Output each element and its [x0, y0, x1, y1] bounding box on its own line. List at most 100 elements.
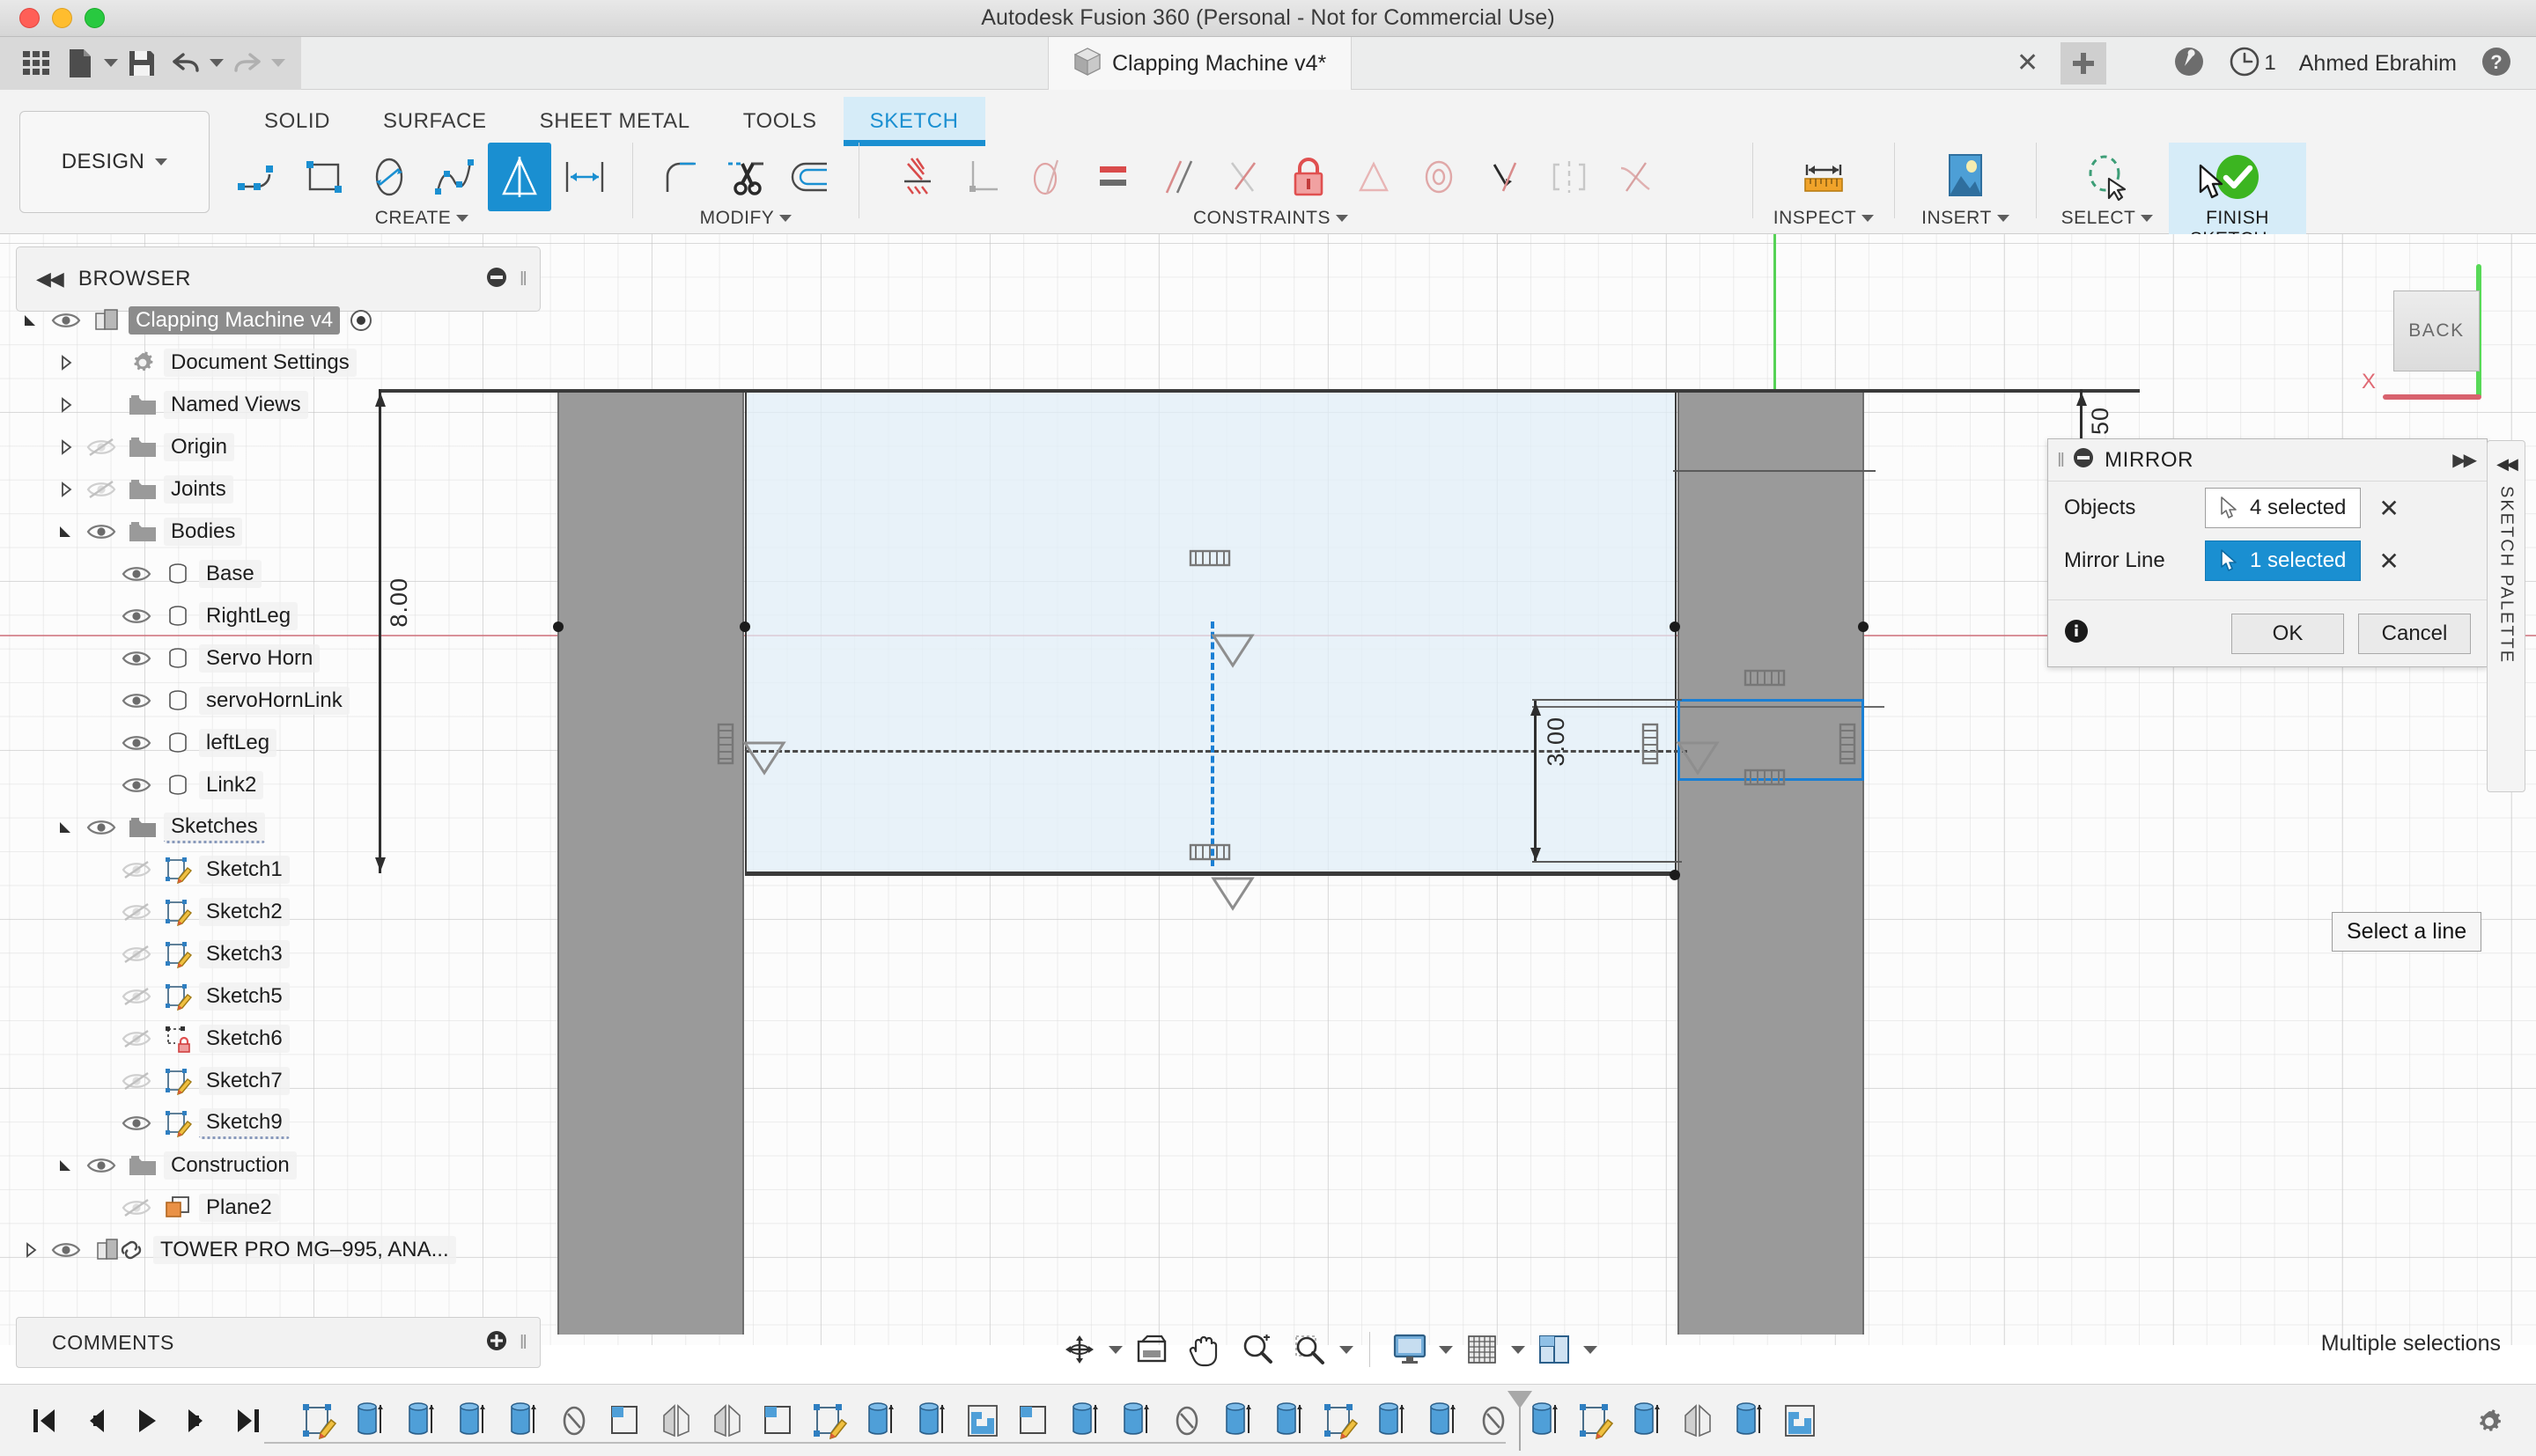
tree-item-tower-pro-mg-995-ana[interactable]: TOWER PRO MG–995, ANA...	[16, 1229, 541, 1271]
eye-hidden-icon[interactable]	[116, 1070, 157, 1092]
mirror-objects-clear-icon[interactable]: ✕	[2378, 494, 2399, 523]
eye-hidden-icon[interactable]	[81, 479, 122, 500]
offset-icon[interactable]	[779, 143, 843, 211]
timeline-feature-17[interactable]	[1164, 1397, 1210, 1445]
chevron-down-icon[interactable]	[1861, 215, 1875, 222]
tree-item-sketch9[interactable]: Sketch9	[16, 1102, 541, 1144]
fillet-icon[interactable]	[649, 143, 712, 211]
right-leg-body[interactable]	[1677, 391, 1864, 1335]
sketch-point[interactable]	[740, 621, 750, 632]
chevron-down-icon[interactable]	[1996, 215, 2009, 222]
user-name-label[interactable]: Ahmed Ebrahim	[2299, 51, 2457, 77]
undo-icon[interactable]	[166, 43, 206, 84]
mirror-line-clear-icon[interactable]: ✕	[2378, 547, 2399, 576]
eye-visible-icon[interactable]	[116, 690, 157, 711]
tree-item-sketch6[interactable]: Sketch6	[16, 1018, 541, 1060]
timeline-settings-gear-icon[interactable]	[2474, 1407, 2504, 1441]
ok-button[interactable]: OK	[2231, 613, 2344, 654]
plus-circle-icon[interactable]	[486, 1330, 507, 1356]
eye-visible-icon[interactable]	[81, 817, 122, 838]
pan-icon[interactable]	[1181, 1326, 1228, 1373]
tree-item-joints[interactable]: Joints	[16, 468, 541, 511]
redo-caret-icon[interactable]	[271, 59, 285, 67]
tree-expander-open-icon[interactable]	[51, 819, 81, 836]
tab-sheet-metal[interactable]: SHEET METAL	[513, 97, 717, 141]
tree-item-document-settings[interactable]: Document Settings	[16, 342, 541, 384]
zoom-window-icon[interactable]	[1286, 1326, 1334, 1373]
orbit-icon[interactable]	[1056, 1326, 1103, 1373]
timeline-feature-4[interactable]	[500, 1397, 546, 1445]
tree-expander-closed-icon[interactable]	[51, 481, 81, 498]
display-caret-icon[interactable]	[1439, 1345, 1453, 1354]
timeline-track[interactable]	[264, 1442, 1506, 1444]
tree-item-bodies[interactable]: Bodies	[16, 511, 541, 553]
eye-hidden-icon[interactable]	[116, 986, 157, 1007]
viewports-icon[interactable]	[1530, 1326, 1578, 1373]
comments-panel[interactable]: COMMENTS ‖	[16, 1317, 541, 1368]
eye-visible-icon[interactable]	[116, 563, 157, 585]
coincident-constraint-glyph[interactable]	[1208, 873, 1257, 914]
select-lasso-icon[interactable]	[2065, 143, 2149, 211]
play-icon[interactable]	[129, 1400, 164, 1442]
display-settings-icon[interactable]	[1386, 1326, 1434, 1373]
mirror-expand-icon[interactable]: ▶▶	[2452, 449, 2487, 471]
tree-item-rightleg[interactable]: RightLeg	[16, 595, 541, 637]
eye-visible-icon[interactable]	[116, 775, 157, 796]
mirror-objects-field[interactable]: 4 selected	[2205, 488, 2362, 528]
fix-unfix-icon[interactable]	[1277, 143, 1340, 211]
timeline-feature-29[interactable]	[1777, 1397, 1823, 1445]
parallel-icon[interactable]	[1146, 143, 1210, 211]
timeline-feature-27[interactable]	[1675, 1397, 1721, 1445]
chevron-down-icon[interactable]	[779, 215, 792, 222]
coincident-icon[interactable]	[886, 143, 949, 211]
zoom-icon[interactable]	[1234, 1326, 1281, 1373]
upper-helper-line[interactable]	[1673, 470, 1876, 472]
tree-item-sketch7[interactable]: Sketch7	[16, 1060, 541, 1102]
grid-snaps-icon[interactable]	[1458, 1326, 1506, 1373]
timeline-feature-18[interactable]	[1215, 1397, 1261, 1445]
eye-hidden-icon[interactable]	[116, 1028, 157, 1049]
timeline-feature-11[interactable]	[858, 1397, 903, 1445]
tab-sketch[interactable]: SKETCH	[843, 97, 985, 146]
top-sketch-line[interactable]	[379, 389, 2140, 393]
tab-tools[interactable]: TOOLS	[717, 97, 844, 141]
tab-surface[interactable]: SURFACE	[357, 97, 513, 141]
new-file-caret-icon[interactable]	[104, 59, 118, 67]
timeline-feature-21[interactable]	[1368, 1397, 1414, 1445]
eye-visible-icon[interactable]	[116, 1113, 157, 1134]
chevron-down-icon[interactable]	[456, 215, 469, 222]
timeline-feature-19[interactable]	[1266, 1397, 1312, 1445]
step-back-icon[interactable]	[77, 1400, 113, 1442]
eye-visible-icon[interactable]	[46, 310, 86, 331]
timeline-feature-28[interactable]	[1726, 1397, 1772, 1445]
browser-minimize-icon[interactable]	[486, 267, 507, 292]
viewcube[interactable]: BACK	[2393, 290, 2480, 371]
sketch-palette-collapse-icon[interactable]: ◀◀	[2496, 455, 2518, 474]
timeline-feature-16[interactable]	[1113, 1397, 1159, 1445]
midpoint-icon[interactable]	[1342, 143, 1405, 211]
redo-icon[interactable]	[227, 43, 268, 84]
tree-expander-closed-icon[interactable]	[51, 396, 81, 414]
sketch-point[interactable]	[1670, 870, 1680, 880]
insert-image-icon[interactable]	[1923, 143, 2008, 211]
sketch-palette-tab[interactable]: ◀◀ SKETCH PALETTE	[2487, 440, 2525, 792]
symmetry-icon[interactable]	[1537, 143, 1601, 211]
tree-item-sketches[interactable]: Sketches	[16, 806, 541, 849]
timeline-feature-15[interactable]	[1062, 1397, 1108, 1445]
timeline-feature-14[interactable]	[1011, 1397, 1057, 1445]
dialog-grip-icon[interactable]: ‖	[2057, 449, 2065, 472]
tree-item-sketch3[interactable]: Sketch3	[16, 933, 541, 975]
collinear-icon[interactable]	[1472, 143, 1536, 211]
eye-visible-icon[interactable]	[81, 1155, 122, 1176]
tree-expander-open-icon[interactable]	[51, 1157, 81, 1174]
vertical-constraint-glyph[interactable]	[1837, 722, 1860, 768]
save-icon[interactable]	[122, 43, 162, 84]
browser-resize-grip-icon[interactable]: ‖	[520, 268, 527, 290]
tangent-icon[interactable]	[1016, 143, 1080, 211]
document-tab[interactable]: Clapping Machine v4*	[1048, 37, 1353, 90]
mirror-line-field[interactable]: 1 selected	[2205, 540, 2362, 581]
timeline-feature-1[interactable]	[347, 1397, 393, 1445]
horizontal-vertical-icon[interactable]	[951, 143, 1014, 211]
left-leg-body[interactable]	[557, 391, 744, 1335]
equal-icon[interactable]	[1081, 143, 1145, 211]
